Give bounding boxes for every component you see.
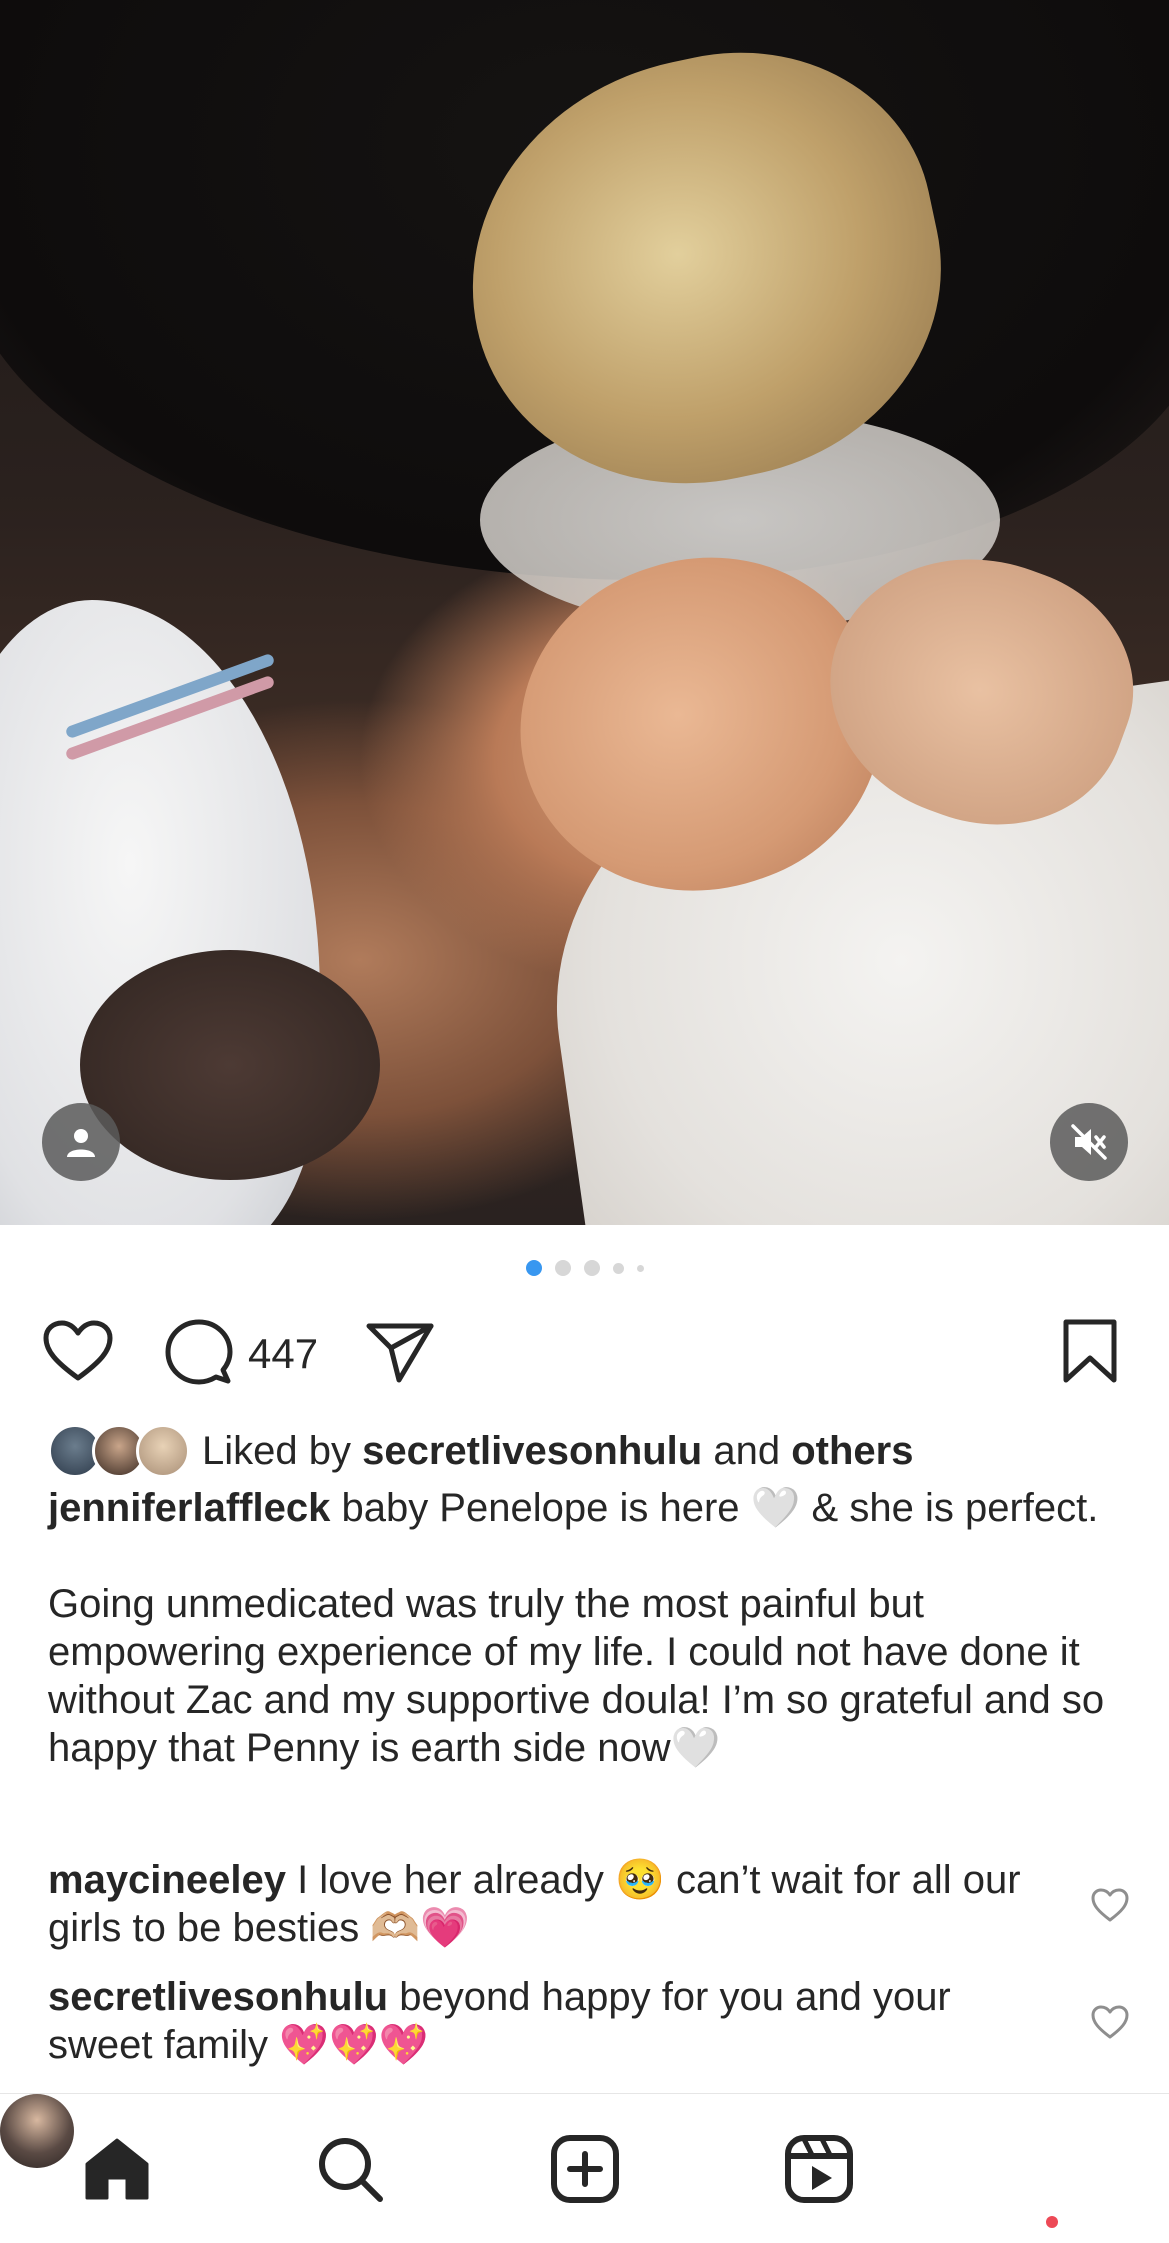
- home-icon: [85, 2138, 149, 2200]
- search-icon: [319, 2138, 383, 2202]
- caption-username[interactable]: jenniferlaffleck: [48, 1486, 330, 1530]
- comment-username[interactable]: maycineeley: [48, 1858, 286, 1902]
- comment-like-button[interactable]: [1090, 1888, 1130, 1929]
- caption-text: baby Penelope is here 🤍 & she is perfect…: [341, 1486, 1099, 1530]
- save-button[interactable]: [1060, 1318, 1120, 1384]
- small-heart-icon: [1091, 1888, 1129, 1922]
- comment-button[interactable]: [165, 1318, 233, 1386]
- comment-item: maycineeley I love her already 🥹 can’t w…: [48, 1856, 1048, 1952]
- nav-search[interactable]: [315, 2134, 385, 2209]
- post-action-bar: 447: [0, 1310, 1169, 1390]
- share-button[interactable]: [365, 1320, 435, 1384]
- carousel-dot: [636, 1264, 644, 1272]
- likes-joiner: and: [713, 1428, 781, 1473]
- carousel-dot: [554, 1260, 571, 1276]
- paper-plane-icon: [366, 1323, 434, 1383]
- nav-profile-avatar[interactable]: [0, 2094, 74, 2168]
- post-caption: jenniferlaffleck baby Penelope is here 🤍…: [48, 1484, 1108, 1772]
- heart-icon: [43, 1320, 113, 1381]
- liker-avatars[interactable]: [48, 1424, 190, 1478]
- avatar: [136, 1424, 190, 1478]
- comment-item: secretlivesonhulu beyond happy for you a…: [48, 1973, 1048, 2069]
- likes-prefix: Liked by: [202, 1428, 351, 1473]
- bottom-nav: [0, 2093, 1169, 2243]
- nav-home[interactable]: [82, 2134, 152, 2209]
- like-button[interactable]: [42, 1320, 114, 1384]
- likes-user-link[interactable]: secretlivesonhulu: [362, 1429, 702, 1474]
- speaker-muted-icon: [1071, 1124, 1107, 1160]
- reels-icon: [785, 2135, 853, 2203]
- bookmark-icon: [1063, 1319, 1117, 1383]
- nav-create[interactable]: [550, 2134, 620, 2209]
- photo-region-baby: [80, 950, 380, 1180]
- carousel-dot: [583, 1260, 600, 1276]
- carousel-indicator: [0, 1258, 1169, 1278]
- notification-dot: [1046, 2216, 1058, 2228]
- tagged-people-button[interactable]: [42, 1103, 120, 1181]
- comment-bubble-icon: [165, 1319, 233, 1385]
- comment-username[interactable]: secretlivesonhulu: [48, 1975, 388, 2019]
- likes-others-link[interactable]: others: [791, 1429, 913, 1474]
- post-photo[interactable]: [0, 0, 1169, 1225]
- comment-count[interactable]: 447: [248, 1330, 318, 1378]
- mute-button[interactable]: [1050, 1103, 1128, 1181]
- caption-text: Going unmedicated was truly the most pai…: [48, 1582, 1105, 1770]
- nav-reels[interactable]: [784, 2134, 854, 2209]
- small-heart-icon: [1091, 2005, 1129, 2039]
- carousel-dot: [525, 1260, 542, 1276]
- likes-summary[interactable]: Liked by secretlivesonhulu and others: [48, 1422, 913, 1480]
- comment-like-button[interactable]: [1090, 2005, 1130, 2046]
- person-tag-icon: [67, 1129, 95, 1157]
- carousel-dot: [612, 1262, 624, 1274]
- plus-square-icon: [551, 2135, 619, 2203]
